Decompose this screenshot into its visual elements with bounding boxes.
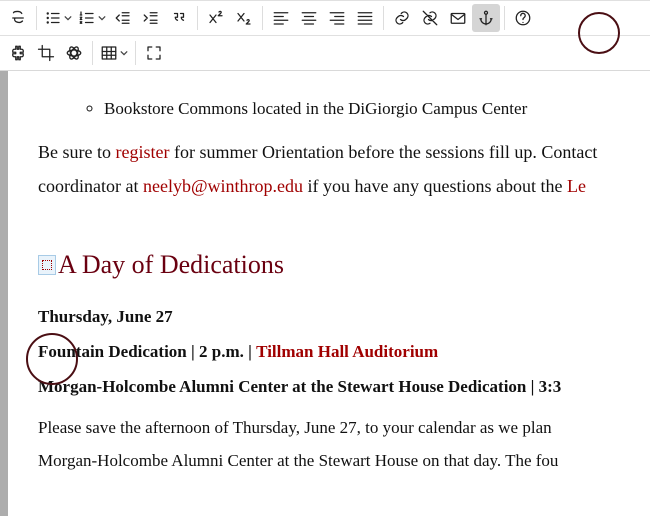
plugin-icon (9, 44, 27, 62)
bullet-list-icon (44, 9, 62, 27)
align-right-button[interactable] (323, 4, 351, 32)
indent-icon (142, 9, 160, 27)
editor-surface: Bookstore Commons located in the DiGiorg… (0, 71, 650, 516)
editor-toolbar (0, 0, 650, 71)
blockquote-button[interactable] (165, 4, 193, 32)
unlink-icon (421, 9, 439, 27)
link-icon (393, 9, 411, 27)
indent-button[interactable] (137, 4, 165, 32)
help-button[interactable] (509, 4, 537, 32)
link-register[interactable]: register (115, 142, 169, 162)
crop-icon (37, 44, 55, 62)
outdent-button[interactable] (109, 4, 137, 32)
number-list-icon (78, 9, 96, 27)
link-cutoff[interactable]: Le (567, 176, 586, 196)
align-center-button[interactable] (295, 4, 323, 32)
sub-bullet-list: Bookstore Commons located in the DiGiorg… (38, 93, 650, 125)
fullscreen-button[interactable] (140, 39, 168, 67)
body-paragraph[interactable]: Please save the afternoon of Thursday, J… (38, 411, 650, 477)
paragraph[interactable]: Be sure to register for summer Orientati… (38, 135, 650, 203)
number-list-button[interactable] (75, 4, 109, 32)
unlink-button[interactable] (416, 4, 444, 32)
list-item[interactable]: Bookstore Commons located in the DiGiorg… (104, 93, 650, 125)
table-icon (100, 44, 118, 62)
crop-button[interactable] (32, 39, 60, 67)
subscript-icon (235, 9, 253, 27)
superscript-button[interactable] (202, 4, 230, 32)
toolbar-row-2 (0, 35, 650, 70)
anchor-marker-icon[interactable] (38, 255, 56, 275)
align-right-icon (328, 9, 346, 27)
align-left-icon (272, 9, 290, 27)
help-icon (514, 9, 532, 27)
quote-icon (170, 9, 188, 27)
anchor-icon (477, 9, 495, 27)
page-content[interactable]: Bookstore Commons located in the DiGiorg… (8, 71, 650, 516)
link-email[interactable]: neelyb@winthrop.edu (143, 176, 303, 196)
align-center-icon (300, 9, 318, 27)
mail-button[interactable] (444, 4, 472, 32)
event-line-1[interactable]: Fountain Dedication | 2 p.m. | Tillman H… (38, 338, 650, 365)
align-left-button[interactable] (267, 4, 295, 32)
fullscreen-icon (145, 44, 163, 62)
toolbar-row-1 (0, 0, 650, 35)
event-date[interactable]: Thursday, June 27 (38, 303, 650, 330)
atom-icon (65, 44, 83, 62)
align-justify-button[interactable] (351, 4, 379, 32)
strike-icon (9, 9, 27, 27)
align-justify-icon (356, 9, 374, 27)
strike-button[interactable] (4, 4, 32, 32)
link-tillman[interactable]: Tillman Hall Auditorium (256, 342, 438, 361)
bullet-list-button[interactable] (41, 4, 75, 32)
section-heading[interactable]: A Day of Dedications (38, 240, 650, 289)
event-line-2[interactable]: Morgan-Holcombe Alumni Center at the Ste… (38, 373, 650, 400)
outdent-icon (114, 9, 132, 27)
special-char-button[interactable] (60, 39, 88, 67)
plugin-button[interactable] (4, 39, 32, 67)
mail-icon (449, 9, 467, 27)
left-ruler (0, 71, 8, 516)
table-button[interactable] (97, 39, 131, 67)
link-button[interactable] (388, 4, 416, 32)
superscript-icon (207, 9, 225, 27)
anchor-button[interactable] (472, 4, 500, 32)
subscript-button[interactable] (230, 4, 258, 32)
